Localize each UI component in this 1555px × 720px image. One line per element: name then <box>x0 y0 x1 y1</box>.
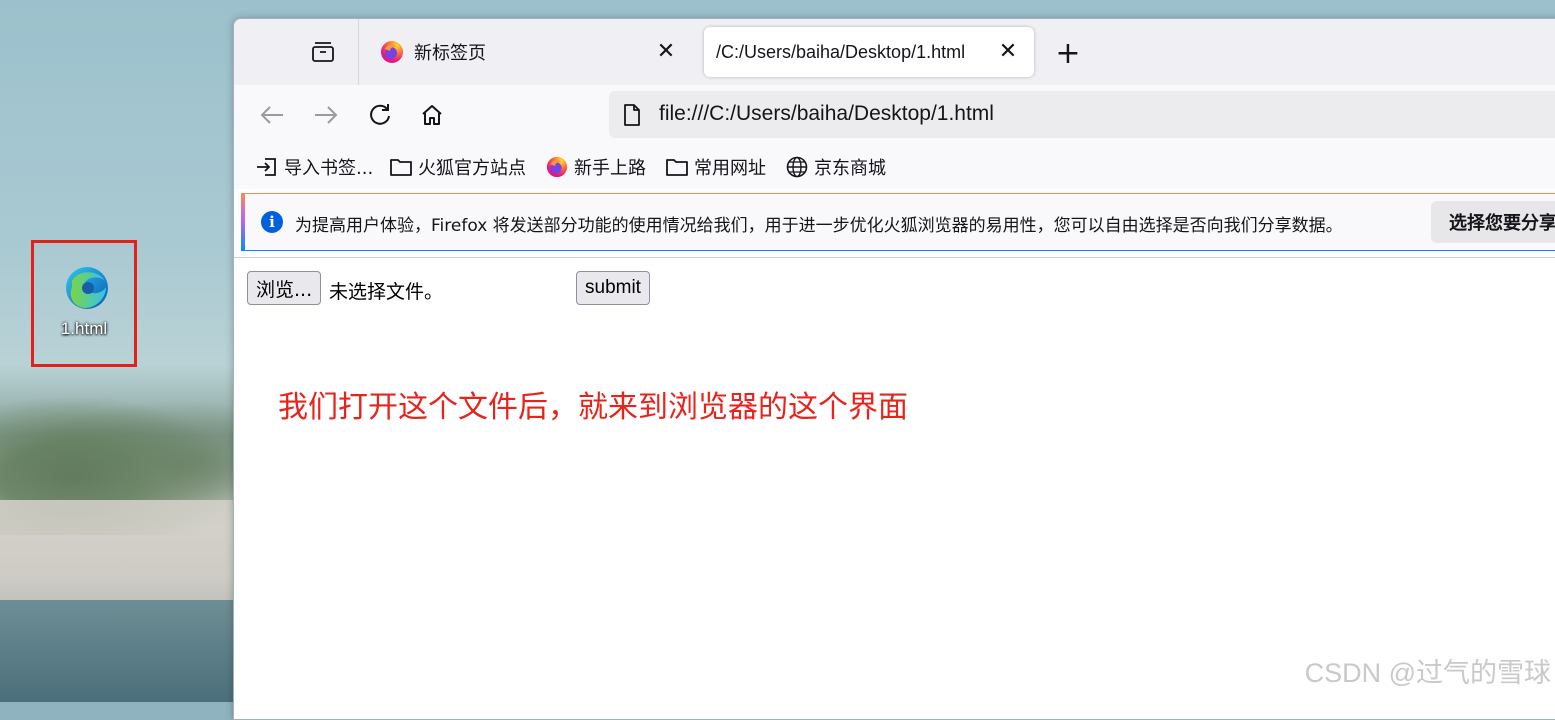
data-collection-notification: i 为提高用户体验，Firefox 将发送部分功能的使用情况给我们，用于进一步优… <box>241 193 1555 251</box>
firefox-icon <box>381 41 403 63</box>
new-tab-button[interactable]: + <box>1054 36 1082 71</box>
bookmark-label: 京东商城 <box>814 158 886 179</box>
folder-icon <box>666 159 688 176</box>
import-icon <box>257 158 276 176</box>
browser-window: 新标签页 ✕ /C:/Users/baiha/Desktop/1.html ✕ … <box>233 18 1555 720</box>
tab-active-file[interactable]: /C:/Users/baiha/Desktop/1.html ✕ <box>704 27 1034 77</box>
globe-icon <box>786 156 808 178</box>
bookmark-getting-started[interactable]: 新手上路 <box>546 155 646 179</box>
notification-message: 为提高用户体验，Firefox 将发送部分功能的使用情况给我们，用于进一步优化火… <box>295 216 1343 236</box>
reload-button[interactable] <box>366 101 394 129</box>
desktop-wallpaper-water <box>0 600 240 702</box>
bookmarks-toolbar: 导入书签... 火狐官方站点 新手上路 常用网址 京东商城 <box>234 145 1555 189</box>
desktop-file-label: 1.html <box>60 319 108 338</box>
annotation-text: 我们打开这个文件后，就来到浏览器的这个界面 <box>278 390 908 425</box>
home-icon <box>422 105 442 125</box>
file-browse-button[interactable]: 浏览... <box>247 271 322 305</box>
bookmark-label: 新手上路 <box>574 158 646 179</box>
navigation-toolbar: file:///C:/Users/baiha/Desktop/1.html <box>234 85 1555 145</box>
reload-icon <box>370 104 390 125</box>
desktop-wallpaper-shore <box>0 500 240 605</box>
tab-list-icon <box>312 42 334 62</box>
bookmark-import[interactable]: 导入书签... <box>256 155 373 179</box>
tab-title: 新标签页 <box>414 43 486 63</box>
folder-icon <box>390 159 412 176</box>
back-button[interactable] <box>258 101 286 129</box>
forward-arrow-icon <box>315 106 338 124</box>
info-icon: i <box>261 211 283 233</box>
submit-button[interactable]: submit <box>576 271 650 305</box>
bookmark-label: 导入书签... <box>284 158 374 179</box>
bookmark-label: 常用网址 <box>694 158 766 179</box>
forward-button[interactable] <box>312 101 340 129</box>
tab-list-button[interactable] <box>310 39 336 65</box>
watermark: CSDN @过气的雪球 <box>1304 658 1551 688</box>
edge-browser-icon <box>66 267 108 309</box>
file-status-text: 未选择文件。 <box>329 281 444 303</box>
bookmark-firefox-site[interactable]: 火狐官方站点 <box>390 155 526 179</box>
url-text: file:///C:/Users/baiha/Desktop/1.html <box>659 102 994 125</box>
desktop-file-icon-highlight[interactable]: 1.html <box>31 240 137 367</box>
bookmark-jd[interactable]: 京东商城 <box>786 155 886 179</box>
address-bar[interactable]: file:///C:/Users/baiha/Desktop/1.html <box>609 91 1555 138</box>
home-button[interactable] <box>418 101 446 129</box>
back-arrow-icon <box>260 106 283 124</box>
page-icon <box>624 104 640 126</box>
close-tab-icon[interactable]: ✕ <box>996 40 1020 64</box>
firefox-icon <box>546 156 568 178</box>
close-tab-icon[interactable]: ✕ <box>654 40 678 64</box>
bookmark-label: 火狐官方站点 <box>418 158 526 179</box>
bookmark-common-sites[interactable]: 常用网址 <box>666 155 766 179</box>
tab-bar-separator <box>358 19 359 85</box>
choose-share-button[interactable]: 选择您要分享 <box>1431 201 1555 243</box>
tab-bar: 新标签页 ✕ /C:/Users/baiha/Desktop/1.html ✕ … <box>234 19 1555 85</box>
tab-title: /C:/Users/baiha/Desktop/1.html <box>716 41 966 62</box>
tab-new-tab[interactable]: 新标签页 ✕ <box>362 27 692 77</box>
